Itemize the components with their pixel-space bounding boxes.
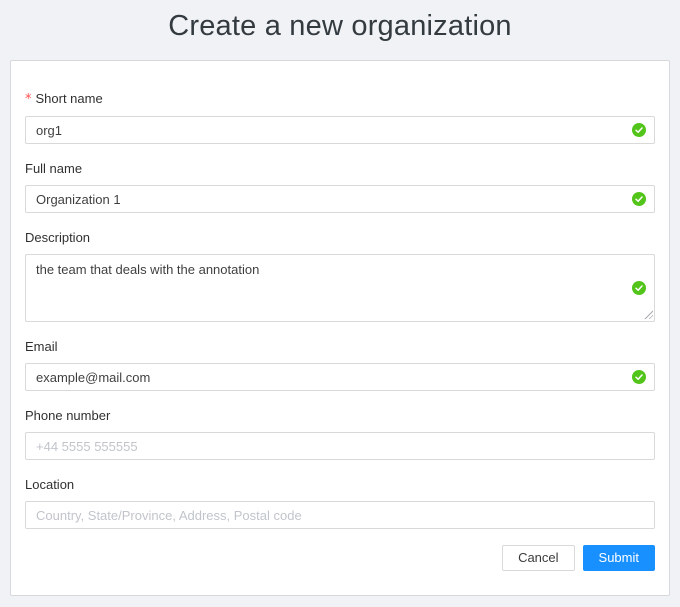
create-organization-page: Create a new organization * Short name Fu…: [0, 7, 680, 596]
description-textarea[interactable]: the team that deals with the annotation: [25, 254, 655, 322]
form-actions: Cancel Submit: [25, 545, 655, 571]
field-short-name: * Short name: [25, 90, 655, 144]
field-phone-number: Phone number: [25, 407, 655, 460]
email-label: Email: [25, 339, 58, 354]
phone-number-input[interactable]: [25, 432, 655, 460]
email-input[interactable]: [25, 363, 655, 391]
field-full-name: Full name: [25, 160, 655, 213]
location-label: Location: [25, 477, 74, 492]
short-name-input[interactable]: [25, 116, 655, 144]
page-title: Create a new organization: [0, 7, 680, 45]
full-name-input[interactable]: [25, 185, 655, 213]
cancel-button[interactable]: Cancel: [502, 545, 574, 571]
location-input[interactable]: [25, 501, 655, 529]
create-organization-form: * Short name Full name: [25, 90, 655, 571]
field-description: Description the team that deals with the…: [25, 229, 655, 322]
required-asterisk: *: [25, 92, 32, 107]
field-email: Email: [25, 338, 655, 391]
description-label: Description: [25, 230, 90, 245]
short-name-label: Short name: [36, 91, 103, 106]
full-name-label: Full name: [25, 161, 82, 176]
field-location: Location: [25, 476, 655, 529]
phone-number-label: Phone number: [25, 408, 110, 423]
organization-form-card: * Short name Full name: [10, 60, 670, 596]
submit-button[interactable]: Submit: [583, 545, 655, 571]
